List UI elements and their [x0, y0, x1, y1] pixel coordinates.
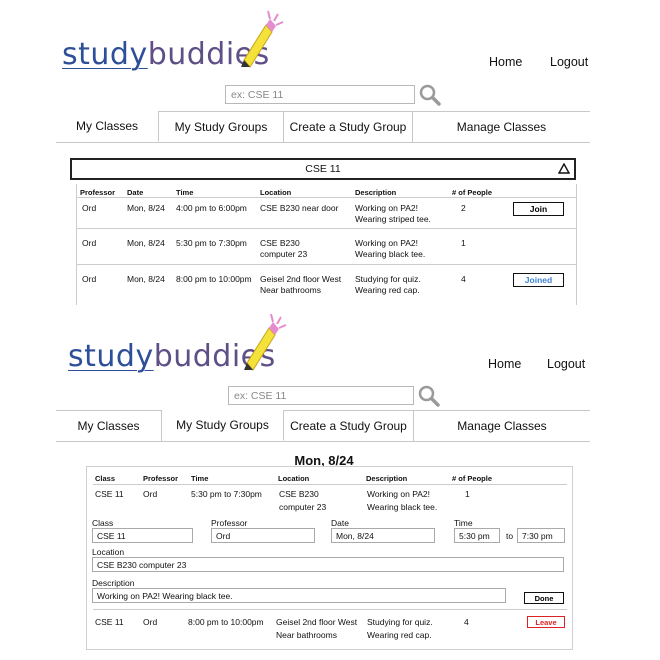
cell-location: Geisel 2nd floor West — [260, 274, 342, 284]
cell-people: 1 — [461, 238, 466, 248]
cell-professor: Ord — [82, 203, 97, 213]
description-label: Description — [92, 578, 135, 588]
divider — [93, 609, 567, 610]
cell-date: Mon, 8/24 — [127, 203, 165, 213]
time-label: Time — [454, 518, 473, 528]
study-group-card: Class Professor Time Location Descriptio… — [86, 466, 573, 650]
header-description: Description — [366, 474, 408, 483]
cell-professor: Ord — [82, 274, 97, 284]
header-class: Class — [95, 474, 116, 483]
divider — [576, 184, 577, 305]
divider — [76, 197, 576, 198]
class-label: Class — [92, 518, 114, 528]
search-input[interactable] — [228, 386, 414, 405]
cell-location: CSE B230 near door — [260, 203, 339, 213]
professor-input[interactable]: Ord — [211, 528, 315, 543]
cell-location: computer 23 — [279, 502, 327, 512]
cell-people: 4 — [461, 274, 466, 284]
cell-location: computer 23 — [260, 249, 308, 259]
cell-description: Studying for quiz. — [355, 274, 421, 284]
logo-text-study: study — [68, 339, 154, 374]
time-to-label: to — [506, 531, 514, 541]
class-accordion-header[interactable]: CSE 11 — [70, 158, 576, 180]
panel-my-classes: studybuddies Home Logout My Classes My S… — [0, 0, 660, 310]
cell-description: Wearing red cap. — [355, 285, 420, 295]
tab-my-study-groups[interactable]: My Study Groups — [159, 111, 284, 142]
cell-description: Wearing striped tee. — [355, 214, 431, 224]
tab-bar: My Classes My Study Groups Create a Stud… — [56, 111, 590, 143]
time-end-input[interactable]: 7:30 pm — [517, 528, 565, 543]
cell-location: Geisel 2nd floor West — [276, 617, 358, 627]
nav-home-link[interactable]: Home — [489, 55, 522, 69]
cell-description: Working on PA2! — [367, 489, 430, 499]
tab-my-study-groups[interactable]: My Study Groups — [162, 410, 284, 441]
nav-home-link[interactable]: Home — [488, 357, 521, 371]
description-input[interactable]: Working on PA2! Wearing black tee. — [92, 588, 506, 603]
date-label: Date — [331, 518, 349, 528]
cell-class: CSE 11 — [95, 617, 124, 627]
divider — [76, 264, 576, 265]
tab-my-classes[interactable]: My Classes — [56, 410, 162, 441]
cell-time: 5:30 pm to 7:30pm — [191, 489, 262, 499]
cell-professor: Ord — [143, 617, 158, 627]
cell-location: CSE B230 — [279, 489, 319, 499]
cell-time: 4:00 pm to 6:00pm — [176, 203, 247, 213]
cell-description: Wearing black tee. — [355, 249, 426, 259]
cell-time: 8:00 pm to 10:00pm — [176, 274, 252, 284]
tab-create-study-group[interactable]: Create a Study Group — [284, 111, 413, 142]
location-label: Location — [92, 547, 125, 557]
cell-people: 1 — [465, 489, 470, 499]
tab-create-study-group[interactable]: Create a Study Group — [284, 410, 414, 441]
search-icon[interactable] — [418, 385, 440, 407]
leave-button[interactable]: Leave — [527, 616, 565, 628]
cell-description: Wearing black tee. — [367, 502, 438, 512]
tab-manage-classes[interactable]: Manage Classes — [414, 410, 590, 441]
cell-people: 2 — [461, 203, 466, 213]
cell-location: Near bathrooms — [276, 630, 337, 640]
class-title: CSE 11 — [305, 163, 341, 175]
cell-description: Wearing red cap. — [367, 630, 432, 640]
cell-location: Near bathrooms — [260, 285, 321, 295]
tab-bar: My Classes My Study Groups Create a Stud… — [56, 410, 590, 442]
done-button[interactable]: Done — [524, 592, 564, 604]
collapse-triangle-icon[interactable] — [558, 163, 570, 174]
pencil-logo-icon — [244, 313, 287, 371]
cell-date: Mon, 8/24 — [127, 274, 165, 284]
divider — [93, 484, 567, 485]
cell-description: Working on PA2! — [355, 203, 418, 213]
professor-label: Professor — [211, 518, 248, 528]
header-professor: Professor — [143, 474, 179, 483]
time-start-input[interactable]: 5:30 pm — [454, 528, 500, 543]
join-button[interactable]: Join — [513, 202, 564, 216]
cell-location: CSE B230 — [260, 238, 300, 248]
cell-description: Studying for quiz. — [367, 617, 433, 627]
date-input[interactable]: Mon, 8/24 — [331, 528, 435, 543]
tab-my-classes[interactable]: My Classes — [56, 111, 159, 142]
search-input[interactable] — [225, 85, 415, 104]
tab-manage-classes[interactable]: Manage Classes — [413, 111, 590, 142]
logo-text-study: study — [62, 37, 148, 72]
nav-logout-link[interactable]: Logout — [547, 357, 585, 371]
cell-professor: Ord — [82, 238, 97, 248]
cell-professor: Ord — [143, 489, 158, 499]
location-input[interactable]: CSE B230 computer 23 — [92, 557, 564, 572]
cell-date: Mon, 8/24 — [127, 238, 165, 248]
header-people: # of People — [452, 474, 493, 483]
class-input[interactable]: CSE 11 — [92, 528, 193, 543]
cell-time: 8:00 pm to 10:00pm — [188, 617, 264, 627]
header-location: Location — [278, 474, 310, 483]
nav-logout-link[interactable]: Logout — [550, 55, 588, 69]
cell-description: Working on PA2! — [355, 238, 418, 248]
cell-people: 4 — [464, 617, 469, 627]
cell-class: CSE 11 — [95, 489, 124, 499]
divider — [76, 228, 576, 229]
joined-button[interactable]: Joined — [513, 273, 564, 287]
cell-time: 5:30 pm to 7:30pm — [176, 238, 247, 248]
header-time: Time — [191, 474, 209, 483]
panel-my-study-groups: studybuddies Home Logout My Classes My S… — [0, 310, 660, 660]
divider — [76, 184, 77, 305]
pencil-logo-icon — [241, 10, 284, 68]
search-icon[interactable] — [419, 84, 441, 106]
